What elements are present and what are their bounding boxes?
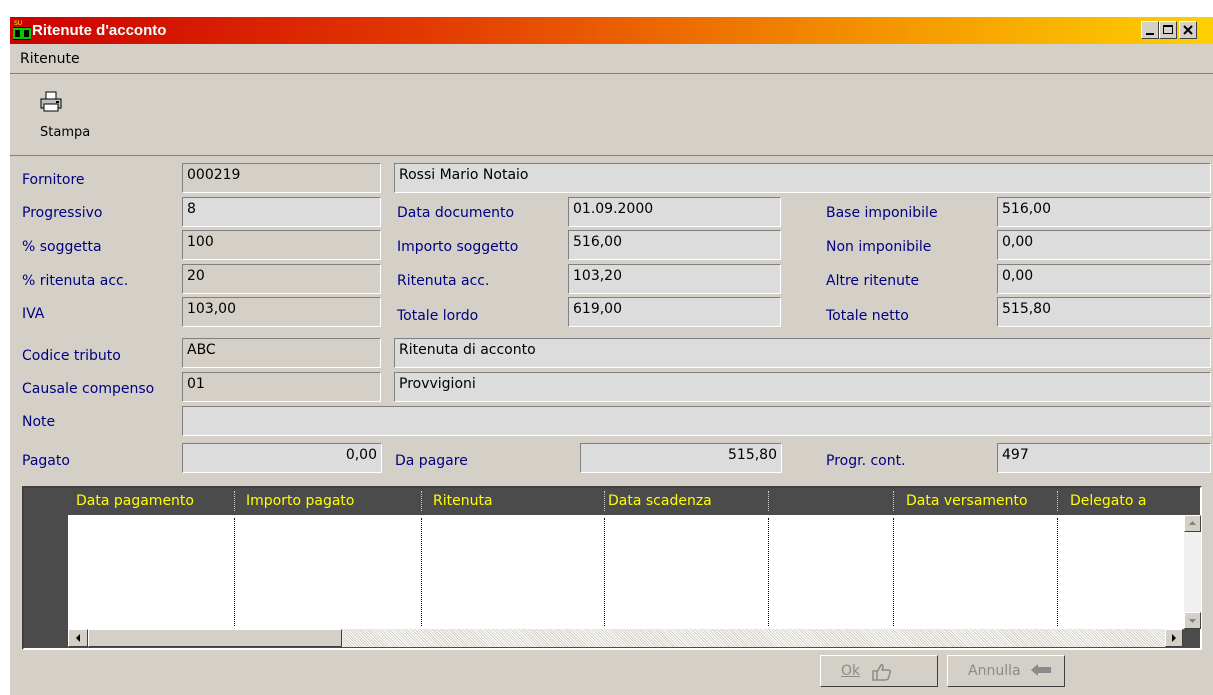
toolbar: Stampa — [10, 75, 1213, 156]
ritenuta-acc-field[interactable]: 103,20 — [568, 264, 781, 294]
col-importo-pagato[interactable]: Importo pagato — [246, 493, 354, 509]
data-documento-label: Data documento — [397, 205, 515, 221]
note-label: Note — [22, 414, 56, 430]
print-button[interactable]: Stampa — [28, 91, 92, 143]
importo-soggetto-field[interactable]: 516,00 — [568, 230, 781, 260]
perc-ritenuta-field[interactable]: 20 — [182, 264, 381, 294]
col-data-scadenza[interactable]: Data scadenza — [608, 493, 712, 509]
fornitore-label: Fornitore — [22, 172, 85, 188]
row-divider — [893, 518, 894, 626]
minimize-button[interactable] — [1141, 21, 1159, 39]
causale-compenso-label: Causale compenso — [22, 381, 155, 397]
base-imponibile-label: Base imponibile — [826, 205, 938, 221]
col-divider — [234, 491, 235, 511]
totale-lordo-label: Totale lordo — [397, 308, 479, 324]
thumbs-up-icon — [872, 664, 892, 681]
codice-tributo-label: Codice tributo — [22, 348, 121, 364]
scroll-track[interactable] — [344, 629, 1164, 647]
maximize-icon — [1163, 25, 1173, 34]
da-pagare-label: Da pagare — [395, 453, 468, 469]
importo-soggetto-label: Importo soggetto — [397, 239, 519, 255]
progr-cont-field[interactable]: 497 — [997, 443, 1211, 473]
arrow-left-icon — [76, 634, 80, 642]
app-icon: SU — [13, 20, 31, 40]
close-icon — [1183, 25, 1193, 35]
progressivo-label: Progressivo — [22, 205, 103, 221]
pagato-field[interactable]: 0,00 — [182, 443, 382, 473]
altre-ritenute-field[interactable]: 0,00 — [997, 264, 1211, 294]
undo-arrow-icon — [1031, 664, 1051, 676]
col-data-versamento[interactable]: Data versamento — [906, 493, 1028, 509]
printer-icon — [40, 91, 62, 112]
fornitore-name-field[interactable]: Rossi Mario Notaio — [394, 163, 1211, 193]
base-imponibile-field[interactable]: 516,00 — [997, 197, 1211, 227]
fornitore-code-field[interactable]: 000219 — [182, 163, 381, 193]
progr-cont-label: Progr. cont. — [826, 453, 906, 469]
menu-bar: Ritenute — [10, 46, 1213, 74]
codice-tributo-description[interactable]: Ritenuta di acconto — [394, 338, 1211, 368]
col-data-pagamento[interactable]: Data pagamento — [76, 493, 194, 509]
totale-netto-field[interactable]: 515,80 — [997, 297, 1211, 327]
annulla-label: Annulla — [968, 663, 1021, 679]
title-bar[interactable]: SU Ritenute d'acconto — [10, 17, 1213, 44]
close-button[interactable] — [1179, 21, 1197, 39]
col-divider — [604, 491, 605, 511]
ritenute-window: SU Ritenute d'acconto Ritenute Stampa Fo… — [8, 15, 1213, 695]
window-title: Ritenute d'acconto — [32, 22, 167, 39]
row-divider — [1057, 518, 1058, 626]
row-divider — [234, 518, 235, 626]
scroll-left-button[interactable] — [68, 629, 88, 647]
row-divider — [768, 518, 769, 626]
progressivo-field[interactable]: 8 — [182, 197, 381, 227]
scroll-thumb[interactable] — [88, 629, 342, 647]
altre-ritenute-label: Altre ritenute — [826, 273, 920, 289]
col-divider — [421, 491, 422, 511]
perc-ritenuta-label: % ritenuta acc. — [22, 273, 129, 289]
non-imponibile-field[interactable]: 0,00 — [997, 230, 1211, 260]
ok-button[interactable]: Ok — [820, 655, 938, 687]
iva-label: IVA — [22, 306, 45, 322]
grid-body[interactable] — [68, 515, 1197, 629]
scroll-down-button[interactable] — [1184, 612, 1201, 629]
arrow-down-icon — [1189, 619, 1196, 623]
arrow-right-icon — [1172, 634, 1176, 642]
annulla-button[interactable]: Annulla — [947, 655, 1065, 687]
col-divider — [1057, 491, 1058, 511]
totale-netto-label: Totale netto — [826, 308, 909, 324]
note-field[interactable] — [182, 406, 1211, 436]
vertical-scrollbar[interactable] — [1184, 515, 1201, 629]
perc-soggetta-label: % soggetta — [22, 239, 102, 255]
maximize-button[interactable] — [1159, 21, 1177, 39]
svg-text:SU: SU — [14, 20, 22, 27]
da-pagare-field[interactable]: 515,80 — [580, 443, 782, 473]
pagato-label: Pagato — [22, 453, 70, 469]
print-label: Stampa — [40, 125, 91, 140]
minimize-icon — [1146, 33, 1154, 35]
scroll-up-button[interactable] — [1184, 515, 1201, 532]
col-ritenuta[interactable]: Ritenuta — [433, 493, 493, 509]
scroll-right-button[interactable] — [1165, 629, 1183, 647]
causale-compenso-description[interactable]: Provvigioni — [394, 372, 1211, 402]
data-documento-field[interactable]: 01.09.2000 — [568, 197, 781, 227]
arrow-up-icon — [1189, 521, 1196, 525]
row-divider — [421, 518, 422, 626]
totale-lordo-field[interactable]: 619,00 — [568, 297, 781, 327]
col-divider — [768, 491, 769, 511]
ok-label: Ok — [841, 663, 861, 679]
horizontal-scrollbar[interactable] — [68, 629, 1183, 647]
payments-grid[interactable]: Data pagamento Importo pagato Ritenuta D… — [22, 486, 1202, 650]
codice-tributo-field[interactable]: ABC — [182, 338, 381, 368]
non-imponibile-label: Non imponibile — [826, 239, 932, 255]
perc-soggetta-field[interactable]: 100 — [182, 230, 381, 260]
causale-compenso-field[interactable]: 01 — [182, 372, 381, 402]
col-divider — [893, 491, 894, 511]
menu-ritenute[interactable]: Ritenute — [20, 51, 80, 67]
col-delegato-a[interactable]: Delegato a — [1070, 493, 1146, 509]
iva-field[interactable]: 103,00 — [182, 297, 381, 327]
ritenuta-acc-label: Ritenuta acc. — [397, 273, 490, 289]
row-divider — [604, 518, 605, 626]
